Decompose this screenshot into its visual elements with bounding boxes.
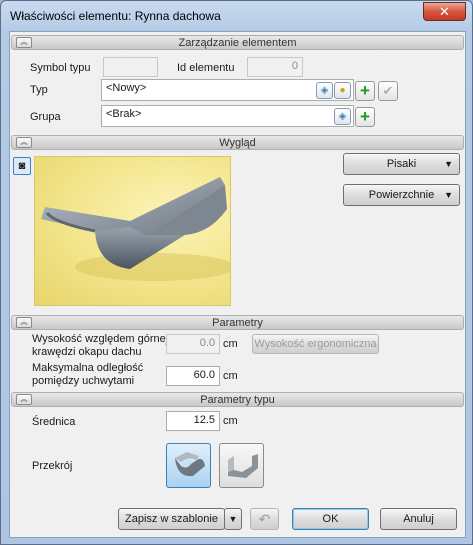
symbol-label: Symbol typu xyxy=(30,62,91,74)
distance-field[interactable]: 60.0 xyxy=(166,366,220,386)
section-management-header[interactable]: ︽ Zarządzanie elementem xyxy=(11,35,464,50)
group-field[interactable]: <Brak> xyxy=(101,105,354,127)
ok-button[interactable]: OK xyxy=(292,508,369,530)
diameter-label: Średnica xyxy=(32,416,76,428)
type-picker-icon[interactable]: ◈ xyxy=(316,82,333,99)
dropdown-arrow-icon: ▼ xyxy=(444,159,453,169)
id-label: Id elementu xyxy=(177,62,235,74)
section-type-parameters-title: Parametry typu xyxy=(200,394,275,406)
confirm-type-button[interactable]: ✔ xyxy=(378,81,398,101)
distance-label-line1: Maksymalna odległość xyxy=(32,362,144,374)
save-template-dropdown-button[interactable]: ▼ xyxy=(224,508,242,530)
gutter-3d-icon xyxy=(41,177,230,281)
distance-unit: cm xyxy=(223,370,238,382)
add-group-button[interactable]: + xyxy=(355,107,375,127)
surfaces-button-label: Powierzchnie xyxy=(368,189,435,201)
bulb-icon[interactable]: ● xyxy=(334,82,351,99)
square-gutter-icon xyxy=(228,454,258,478)
group-picker-icon[interactable]: ◈ xyxy=(334,108,351,125)
pens-button[interactable]: Pisaki ▼ xyxy=(343,153,460,175)
distance-label-line2: pomiędzy uchwytami xyxy=(32,375,135,387)
id-field[interactable]: 0 xyxy=(247,57,303,77)
round-gutter-icon xyxy=(175,452,205,477)
camera-icon[interactable]: ◙ xyxy=(13,157,31,175)
ergonomic-height-button[interactable]: Wysokość ergonomiczna xyxy=(252,334,379,354)
section-parameters-header[interactable]: ︽ Parametry xyxy=(11,315,464,330)
section-management-title: Zarządzanie elementem xyxy=(178,37,297,49)
add-type-button[interactable]: + xyxy=(355,81,375,101)
close-button[interactable]: ✕ xyxy=(423,2,466,21)
title-bar[interactable]: Właściwości elementu: Rynna dachowa ✕ xyxy=(1,1,472,29)
surfaces-button[interactable]: Powierzchnie ▼ xyxy=(343,184,460,206)
dropdown-arrow-icon: ▼ xyxy=(444,190,453,200)
section-type-parameters-header[interactable]: ︽ Parametry typu xyxy=(11,392,464,407)
group-label: Grupa xyxy=(30,111,61,123)
gutter-preview xyxy=(34,156,231,306)
undo-icon[interactable]: ↶ xyxy=(250,508,279,530)
section-appearance-title: Wygląd xyxy=(219,137,256,149)
section-parameters-title: Parametry xyxy=(212,317,263,329)
height-unit: cm xyxy=(223,338,238,350)
save-template-button[interactable]: Zapisz w szablonie xyxy=(118,508,225,530)
type-label: Typ xyxy=(30,84,48,96)
dialog-window: Właściwości elementu: Rynna dachowa ✕ ︽ … xyxy=(0,0,473,545)
dialog-content: ︽ Zarządzanie elementem Symbol typu Id e… xyxy=(9,31,466,538)
round-profile-button[interactable] xyxy=(166,443,211,488)
height-label-line2: krawędzi okapu dachu xyxy=(32,346,142,358)
diameter-unit: cm xyxy=(223,415,238,427)
pens-button-label: Pisaki xyxy=(386,158,417,170)
section-appearance-header[interactable]: ︽ Wygląd xyxy=(11,135,464,150)
section-label: Przekrój xyxy=(32,460,73,472)
height-label-line1: Wysokość względem górnej xyxy=(32,333,169,345)
square-profile-button[interactable] xyxy=(219,443,264,488)
cancel-button[interactable]: Anuluj xyxy=(380,508,457,530)
symbol-field[interactable] xyxy=(103,57,158,77)
window-title: Właściwości elementu: Rynna dachowa xyxy=(10,9,221,23)
height-field[interactable]: 0.0 xyxy=(166,334,220,354)
diameter-field[interactable]: 12.5 xyxy=(166,411,220,431)
